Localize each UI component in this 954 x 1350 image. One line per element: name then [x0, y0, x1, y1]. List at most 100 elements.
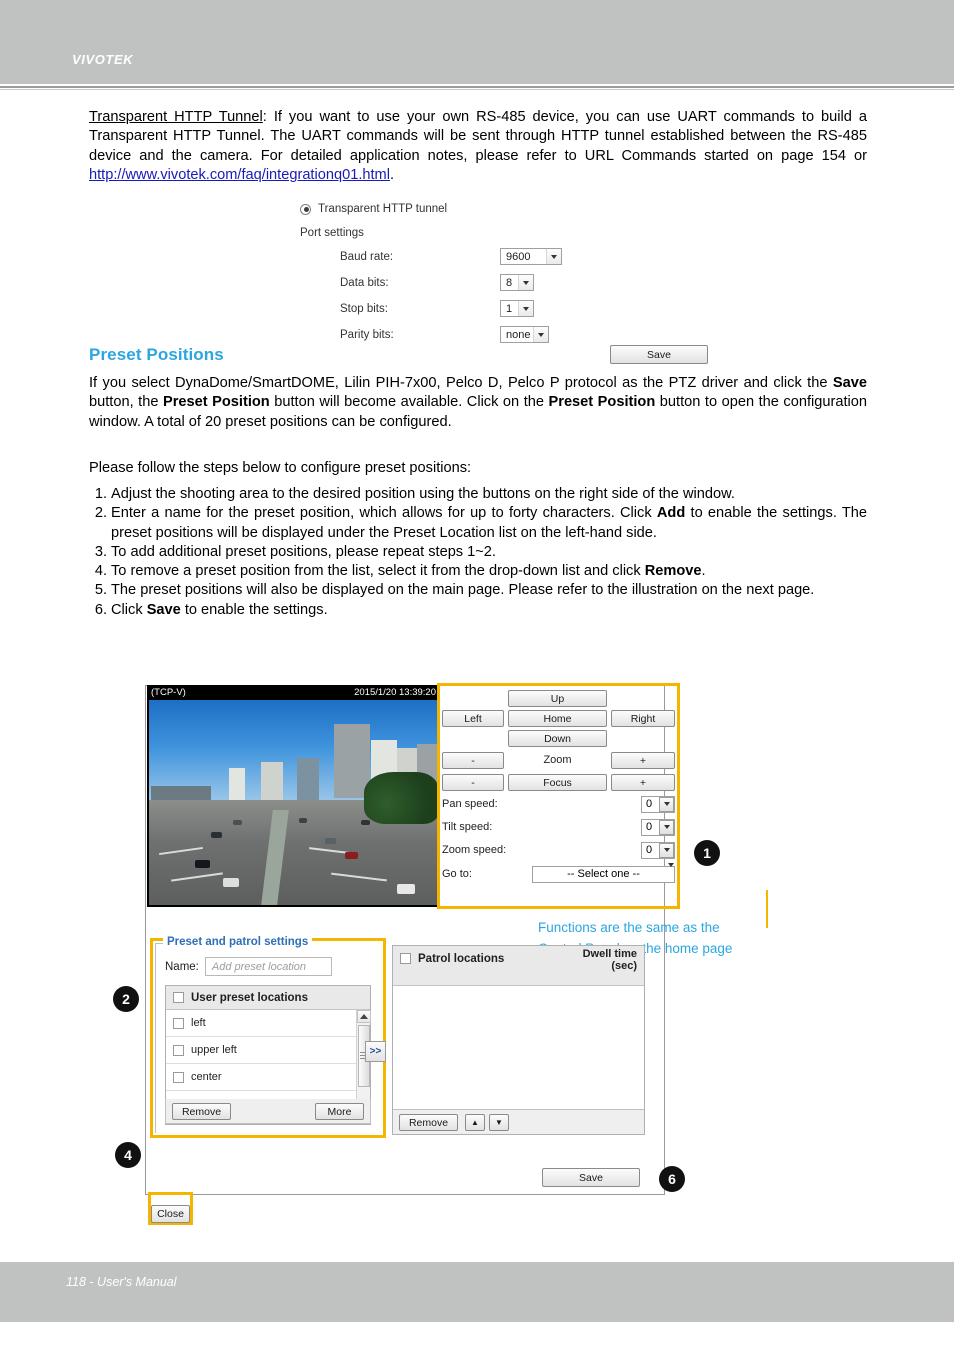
chevron-down-icon[interactable]	[659, 842, 674, 858]
select-all-presets-checkbox[interactable]	[173, 992, 184, 1003]
patrol-list-footer: Remove ▲ ▼	[393, 1109, 644, 1134]
header-divider	[0, 86, 954, 88]
desc-1a: If you select DynaDome/SmartDOME, Lilin …	[89, 375, 833, 391]
preset-remove-button[interactable]: Remove	[172, 1103, 231, 1120]
goto-label: Go to:	[442, 868, 472, 880]
step-text-bold: Add	[656, 505, 686, 522]
list-item[interactable]: center	[166, 1064, 370, 1091]
desc-1e: button will become available. Click on t…	[269, 394, 549, 411]
preset-checkbox[interactable]	[173, 1017, 184, 1029]
pan-speed-label: Pan speed:	[442, 798, 498, 810]
video-scene-image	[149, 700, 438, 905]
preset-checkbox[interactable]	[173, 1044, 184, 1056]
step-item-6: 6. Click Save to enable the settings.	[89, 601, 867, 620]
dialog-save-button[interactable]: Save	[542, 1168, 640, 1187]
dwell-time-line2: (sec)	[611, 960, 637, 972]
chevron-down-icon[interactable]	[546, 249, 561, 264]
chevron-down-icon[interactable]	[659, 796, 674, 812]
radio-selected-icon[interactable]	[300, 203, 311, 215]
parity-bits-select[interactable]: none	[500, 326, 549, 343]
step-text-pre: Enter a name for the preset position, wh…	[111, 505, 657, 522]
step-number: 3.	[94, 543, 107, 560]
patrol-move-down-button[interactable]: ▼	[489, 1114, 509, 1131]
patrol-remove-button[interactable]: Remove	[399, 1114, 458, 1131]
select-all-patrol-checkbox[interactable]	[400, 953, 411, 964]
annotation-orange-rule	[766, 890, 768, 928]
chevron-down-icon[interactable]	[668, 862, 674, 879]
vivotek-faq-link[interactable]: http://www.vivotek.com/faq/integrationq0…	[89, 167, 390, 183]
desc-preset-position-bold-1: Preset Position	[162, 394, 270, 411]
pan-speed-select[interactable]: 0	[641, 795, 675, 813]
step-text: Adjust the shooting area to the desired …	[111, 486, 735, 502]
ptz-up-button[interactable]: Up	[508, 690, 607, 707]
zoom-speed-select[interactable]: 0	[641, 841, 675, 859]
preset-and-patrol-settings-group: Preset and patrol settings Name: Add pre…	[155, 936, 386, 1133]
zoom-speed-label: Zoom speed:	[442, 844, 507, 856]
step-item-5: 5. The preset positions will also be disp…	[89, 581, 867, 600]
list-item[interactable]: left	[166, 1010, 370, 1037]
steps-intro-text: Please follow the steps below to configu…	[89, 460, 472, 476]
video-status-bar: (TCP-V) 2015/1/20 13:39:20	[147, 685, 440, 700]
chevron-down-icon[interactable]	[518, 275, 533, 290]
step-text-pre: To remove a preset position from the lis…	[111, 563, 645, 580]
ptz-right-button[interactable]: Right	[611, 710, 675, 727]
dialog-close-button[interactable]: Close	[151, 1205, 190, 1223]
dwell-time-header: Dwell time (sec)	[583, 948, 637, 972]
preset-list-footer: Remove More	[165, 1099, 371, 1124]
callout-marker-6: 6	[659, 1166, 685, 1192]
transparent-http-tunnel-option[interactable]: Transparent HTTP tunnel	[300, 203, 660, 215]
step-text-post: to enable the settings.	[180, 601, 328, 618]
zoom-in-button[interactable]: +	[611, 752, 675, 769]
data-bits-select[interactable]: 8	[500, 274, 534, 291]
list-item[interactable]: upper left	[166, 1037, 370, 1064]
preset-name-input[interactable]: Add preset location	[204, 957, 332, 976]
patrol-move-up-button[interactable]: ▲	[465, 1114, 485, 1131]
ptz-control-panel: Up Left Home Right Down - Zoom + - Focus…	[442, 688, 675, 904]
port-settings-label: Port settings	[300, 227, 364, 239]
step-text: To add additional preset positions, plea…	[111, 543, 496, 560]
step-text: The preset positions will also be displa…	[111, 582, 815, 599]
desc-1c: button, the	[89, 394, 163, 411]
stop-bits-select[interactable]: 1	[500, 300, 534, 317]
tilt-speed-value: 0	[646, 821, 653, 833]
data-bits-label: Data bits:	[340, 276, 389, 289]
vivotek-logo: VIVOTEK	[72, 52, 134, 67]
preset-name: center	[191, 1071, 222, 1083]
preset-checkbox[interactable]	[173, 1071, 184, 1083]
step-number: 5.	[94, 582, 107, 599]
video-preview[interactable]: (TCP-V) 2015/1/20 13:39:20	[147, 685, 440, 907]
tilt-speed-select[interactable]: 0	[641, 818, 675, 836]
step-item-3: 3. To add additional preset positions, pl…	[89, 543, 867, 562]
focus-label-button[interactable]: Focus	[508, 774, 607, 791]
configuration-steps-list: 1. Adjust the shooting area to the desire…	[89, 485, 867, 620]
goto-preset-select[interactable]: -- Select one --	[532, 862, 675, 883]
video-protocol-label: (TCP-V)	[151, 687, 186, 698]
tilt-speed-row: Tilt speed: 0	[442, 818, 675, 836]
step-number: 2.	[94, 505, 107, 522]
port-settings-save-button[interactable]: Save	[610, 345, 708, 364]
ptz-left-button[interactable]: Left	[442, 710, 504, 727]
step-item-2: 2. Enter a name for the preset position, …	[89, 504, 867, 543]
preset-group-title: Preset and patrol settings	[163, 936, 313, 948]
baud-rate-select[interactable]: 9600	[500, 248, 562, 265]
ptz-down-button[interactable]: Down	[508, 730, 607, 747]
step-number: 1.	[94, 486, 107, 502]
zoom-speed-row: Zoom speed: 0	[442, 841, 675, 859]
ptz-home-button[interactable]: Home	[508, 710, 607, 727]
intro-paragraph-block: Transparent HTTP Tunnel: If you want to …	[89, 108, 867, 185]
preset-positions-description: If you select DynaDome/SmartDOME, Lilin …	[89, 374, 867, 432]
preset-more-button[interactable]: More	[315, 1103, 364, 1120]
chevron-down-icon[interactable]	[659, 819, 674, 835]
data-bits-value: 8	[506, 276, 513, 289]
focus-far-button[interactable]: +	[611, 774, 675, 791]
transfer-to-patrol-button[interactable]: >>	[365, 1041, 386, 1062]
step-text-post: .	[701, 563, 706, 580]
chevron-down-icon[interactable]	[533, 327, 548, 342]
focus-near-button[interactable]: -	[442, 774, 504, 791]
video-timestamp: 2015/1/20 13:39:20	[354, 687, 436, 698]
zoom-out-button[interactable]: -	[442, 752, 504, 769]
goto-row: Go to: -- Select one --	[442, 862, 675, 883]
patrol-list-header: Patrol locations Dwell time (sec)	[393, 946, 644, 986]
chevron-down-icon[interactable]	[518, 301, 533, 316]
scroll-up-arrow-icon[interactable]	[357, 1010, 371, 1023]
